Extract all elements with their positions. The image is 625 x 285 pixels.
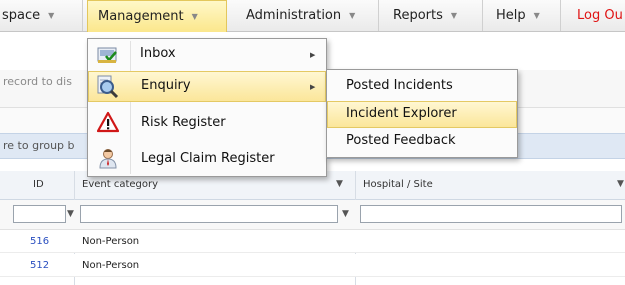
submenu-arrow-icon: ▶: [310, 83, 316, 91]
menu-item-risk-register[interactable]: Risk Register: [88, 105, 326, 139]
enquiry-submenu: Posted Incidents Incident Explorer Poste…: [326, 69, 518, 158]
id-filter-input[interactable]: [13, 205, 66, 223]
menu-item-enquiry[interactable]: Enquiry ▶: [88, 71, 326, 102]
row-event-category: Non-Person: [82, 236, 140, 247]
filter-funnel-icon[interactable]: ▼: [67, 209, 74, 219]
chevron-down-icon: ▼: [349, 11, 356, 20]
submenu-item-posted-incidents[interactable]: Posted Incidents: [327, 73, 517, 100]
menu-reports[interactable]: Reports ▼: [379, 0, 483, 31]
person-icon: [97, 147, 119, 169]
filter-funnel-icon[interactable]: ▼: [342, 209, 349, 219]
warning-icon: [96, 111, 120, 133]
submenu-item-incident-explorer[interactable]: Incident Explorer: [327, 101, 517, 128]
hint-text: record to dis: [3, 75, 72, 88]
menu-logout[interactable]: Log Ou: [561, 0, 625, 31]
management-dropdown: Inbox ▶ Enquiry ▶ Risk Register Legal Cl…: [87, 38, 327, 177]
hospital-site-filter-input[interactable]: [360, 205, 622, 223]
chevron-down-icon: ▼: [191, 12, 198, 21]
menu-reports-label: Reports: [393, 8, 443, 23]
submenu-item-posted-feedback[interactable]: Posted Feedback: [327, 129, 517, 156]
menu-workspace-label: space: [2, 8, 41, 23]
submenu-arrow-icon: ▶: [310, 51, 316, 59]
chevron-down-icon: ▼: [48, 11, 55, 20]
menu-management[interactable]: Management ▼: [87, 0, 227, 32]
menu-item-enquiry-label: Enquiry: [141, 78, 191, 93]
group-by-hint: re to group b: [3, 139, 75, 152]
submenu-item-posted-incidents-label: Posted Incidents: [346, 78, 453, 93]
menu-management-label: Management: [98, 9, 184, 24]
column-header-id[interactable]: ID: [33, 179, 44, 190]
inbox-icon: [96, 44, 118, 66]
menu-workspace[interactable]: space ▼: [0, 0, 83, 31]
menu-administration-label: Administration: [246, 8, 342, 23]
menu-item-inbox-label: Inbox: [140, 46, 176, 61]
column-header-event-category[interactable]: Event category: [82, 179, 158, 190]
row-id-link[interactable]: 512: [30, 260, 49, 271]
menu-help-label: Help: [496, 8, 526, 23]
submenu-item-incident-explorer-label: Incident Explorer: [346, 106, 457, 121]
menu-help[interactable]: Help ▼: [483, 0, 561, 31]
column-header-hospital-site[interactable]: Hospital / Site: [363, 179, 433, 190]
row-event-category: Non-Person: [82, 260, 140, 271]
main-menu-bar: space ▼ Management ▼ Administration ▼ Repor…: [0, 0, 625, 32]
menu-item-risk-register-label: Risk Register: [141, 115, 226, 130]
chevron-down-icon: ▼: [450, 11, 458, 20]
filter-funnel-icon[interactable]: ▼: [336, 179, 343, 189]
magnifier-icon: [96, 75, 119, 99]
menu-logout-label: Log Ou: [577, 8, 623, 23]
row-id-link[interactable]: 516: [30, 236, 49, 247]
chevron-down-icon: ▼: [533, 11, 540, 20]
menu-administration[interactable]: Administration ▼: [227, 0, 379, 31]
event-category-filter-input[interactable]: [80, 205, 338, 223]
menu-item-inbox[interactable]: Inbox ▶: [88, 41, 326, 70]
filter-funnel-icon[interactable]: ▼: [617, 179, 624, 189]
menu-item-legal-claim-register-label: Legal Claim Register: [141, 151, 275, 166]
menu-item-legal-claim-register[interactable]: Legal Claim Register: [88, 141, 326, 176]
submenu-item-posted-feedback-label: Posted Feedback: [346, 133, 456, 148]
